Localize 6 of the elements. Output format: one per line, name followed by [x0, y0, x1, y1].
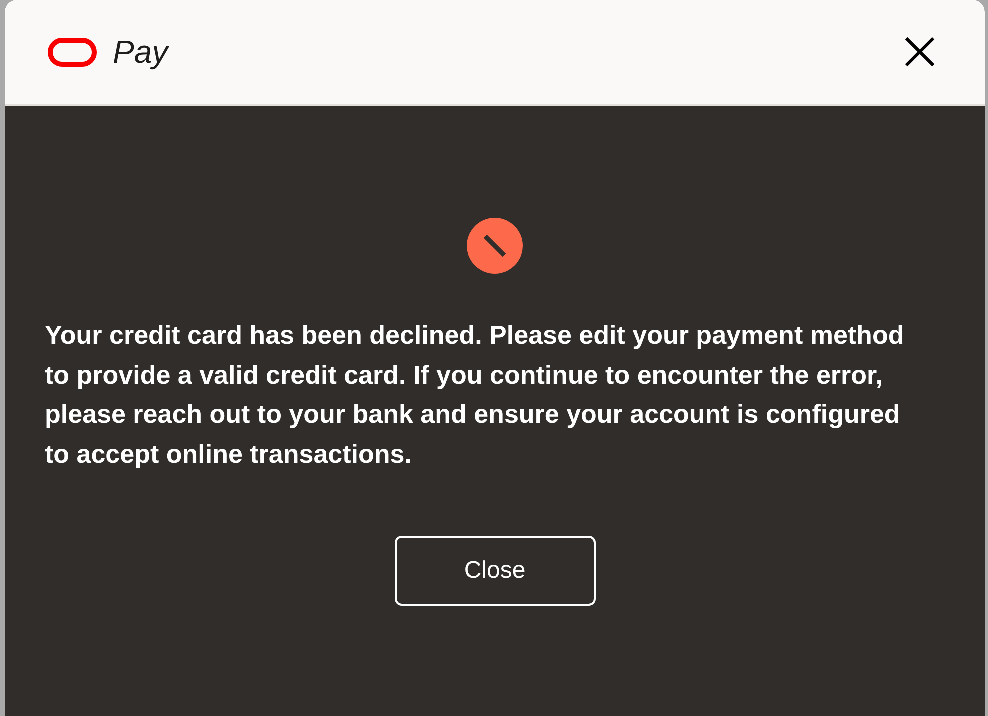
- brand-name: Pay: [113, 36, 168, 68]
- logo-ring-icon: [48, 38, 97, 66]
- close-icon[interactable]: [905, 37, 935, 67]
- error-message: Your credit card has been declined. Please edit your payment method to provide a valid credit card. If you continue to encounter the error, please reach out to your bank and ensure your account is configured to accept online transactions.: [45, 319, 906, 472]
- close-button[interactable]: Close: [394, 536, 596, 606]
- error-icon: [467, 218, 523, 274]
